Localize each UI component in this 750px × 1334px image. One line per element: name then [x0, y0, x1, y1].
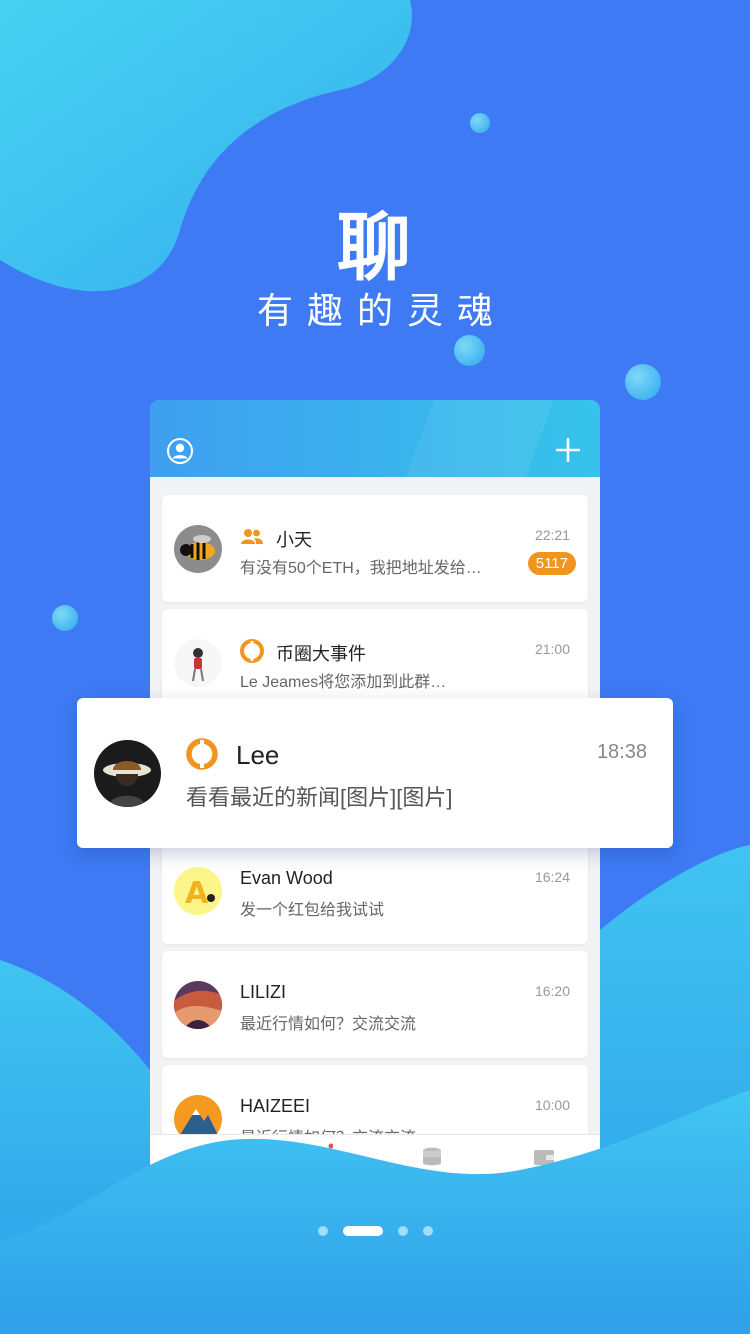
chat-item[interactable]: A Evan Wood 发一个红包给我试试 16:24	[162, 837, 588, 944]
hat-avatar-icon	[103, 761, 151, 807]
page-dot[interactable]	[398, 1226, 408, 1236]
headline: 聊	[337, 205, 413, 291]
avatar	[174, 639, 222, 687]
svg-text:A: A	[185, 876, 209, 911]
chat-preview: 有没有50个ETH，我把地址发给…	[240, 560, 482, 577]
avatar	[174, 981, 222, 1029]
group-icon	[241, 529, 263, 544]
decor-bubble	[625, 364, 661, 400]
chat-item[interactable]: 小天 有没有50个ETH，我把地址发给… 22:21 5117	[162, 495, 588, 602]
chat-name: 币圈大事件	[276, 644, 366, 664]
page-indicator	[0, 1226, 750, 1238]
coins-icon[interactable]	[418, 1143, 446, 1171]
page-dot-active[interactable]	[343, 1226, 383, 1236]
avatar	[94, 740, 161, 807]
canyon-avatar-icon	[174, 990, 222, 1029]
avatar: A	[174, 867, 222, 915]
subheadline: 有趣的灵魂	[256, 291, 507, 332]
tab-bar: 钱	[150, 1134, 600, 1210]
highlight-chat-card[interactable]: Lee 18:38 看看最近的新闻[图片][图片]	[77, 698, 673, 848]
chat-name: Evan Wood	[240, 868, 333, 888]
page-dot[interactable]	[318, 1226, 328, 1236]
app-header	[150, 400, 600, 477]
chat-name: Lee	[236, 740, 280, 770]
wallet-icon[interactable]	[530, 1143, 558, 1171]
bee-avatar-icon	[180, 535, 215, 560]
chat-time: 16:24	[534, 869, 570, 885]
coin-logo-icon	[240, 639, 264, 663]
unread-badge: 5117	[527, 552, 576, 575]
chat-name: LILIZI	[240, 982, 287, 1002]
letter-avatar-icon: A	[185, 876, 215, 911]
plus-icon[interactable]	[556, 438, 580, 462]
chat-preview: 最近行情如何？交流交流	[240, 1016, 417, 1033]
avatar	[174, 525, 222, 573]
chat-time: 16:20	[534, 983, 570, 999]
page-dot[interactable]	[423, 1226, 433, 1236]
chat-time: 18:38	[596, 741, 647, 763]
tab-label-wallet: 钱	[537, 1175, 550, 1189]
chat-name: HAIZEEI	[240, 1096, 311, 1116]
chat-time: 21:00	[534, 641, 570, 657]
chat-preview: 发一个红包给我试试	[240, 902, 385, 919]
figure-avatar-icon	[192, 648, 204, 682]
chat-icon[interactable]	[305, 1143, 333, 1171]
chat-preview: 看看最近的新闻[图片][图片]	[186, 785, 453, 810]
header-decoration	[405, 400, 555, 477]
chat-name: 小天	[276, 530, 312, 550]
chat-preview: Le Jeames将您添加到此群…	[240, 674, 447, 691]
user-icon[interactable]	[167, 438, 193, 464]
chat-time: 22:21	[534, 527, 570, 543]
decor-bubble	[470, 113, 490, 133]
decor-bubble	[52, 605, 78, 631]
auction-icon[interactable]	[192, 1143, 220, 1171]
decor-bubble	[454, 335, 485, 366]
chat-item[interactable]: LILIZI 最近行情如何？交流交流 16:20	[162, 951, 588, 1058]
chat-time: 10:00	[534, 1097, 570, 1113]
coin-logo-icon	[186, 738, 218, 770]
